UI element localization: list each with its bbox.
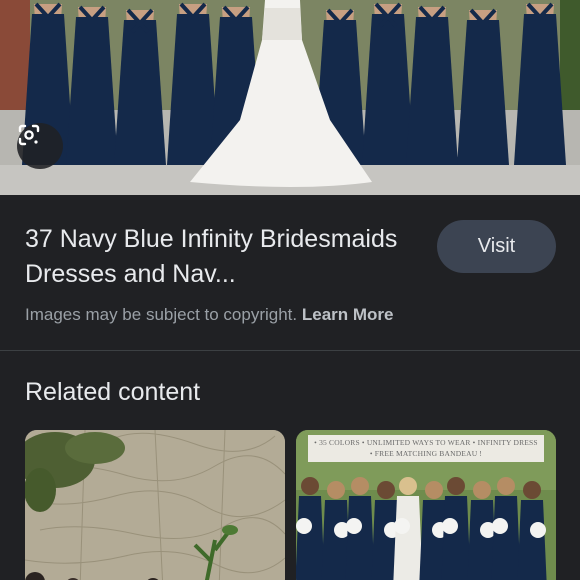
person-head [497, 477, 515, 495]
person-head [327, 481, 345, 499]
person-head [523, 481, 541, 499]
person-head [425, 481, 443, 499]
google-lens-icon [18, 124, 40, 146]
person-head [301, 477, 319, 495]
learn-more-link[interactable]: Learn More [302, 305, 394, 324]
white-bouquet [394, 518, 410, 534]
white-bouquet [296, 518, 312, 534]
bridesmaid-dress [441, 496, 471, 580]
banner-line-2: • FREE MATCHING BANDEAU ! [369, 449, 483, 458]
copyright-text: Images may be subject to copyright. [25, 305, 298, 324]
bridesmaid-dress [491, 496, 521, 580]
banner-line-1: • 35 COLORS • UNLIMITED WAYS TO WEAR • I… [314, 438, 538, 447]
person-head [447, 477, 465, 495]
related-content-heading: Related content [25, 378, 201, 406]
hero-photo [0, 0, 580, 195]
copyright-notice: Images may be subject to copyright. Lear… [25, 305, 394, 325]
white-bouquet [346, 518, 362, 534]
bride-bodice [262, 8, 302, 40]
bridesmaid-dress [296, 496, 325, 580]
white-bouquet [492, 518, 508, 534]
visit-button[interactable]: Visit [437, 220, 556, 273]
person-head [473, 481, 491, 499]
related-item-2[interactable]: • 35 COLORS • UNLIMITED WAYS TO WEAR • I… [296, 430, 556, 580]
bride-dress [393, 496, 423, 580]
result-title[interactable]: 37 Navy Blue Infinity Bridesmaids Dresse… [25, 222, 425, 292]
bridesmaid-dress [345, 496, 375, 580]
person-head [351, 477, 369, 495]
person-head [399, 477, 417, 495]
bridesmaid-dress [517, 500, 547, 580]
white-bouquet [442, 518, 458, 534]
related-item-1-image [25, 430, 285, 580]
related-item-2-banner: • 35 COLORS • UNLIMITED WAYS TO WEAR • I… [308, 435, 544, 462]
white-bouquet [530, 522, 546, 538]
person-head [377, 481, 395, 499]
section-divider [0, 350, 580, 351]
related-item-1[interactable] [25, 430, 285, 580]
hero-image[interactable] [0, 0, 580, 195]
google-lens-button[interactable] [17, 123, 63, 169]
image-result-page: 37 Navy Blue Infinity Bridesmaids Dresse… [0, 0, 580, 580]
